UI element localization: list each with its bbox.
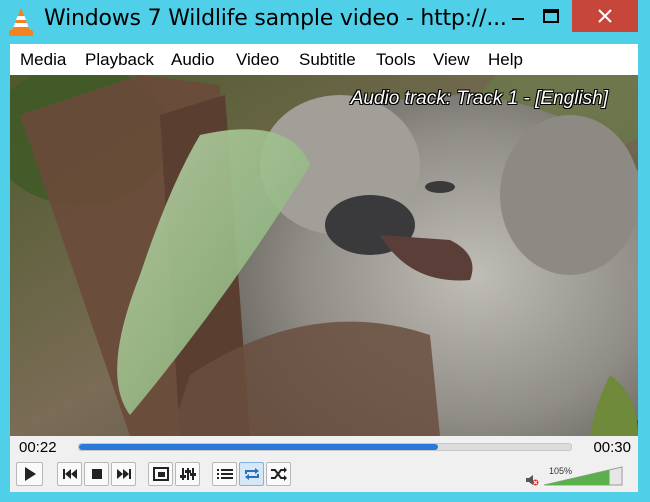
extended-settings-button[interactable] — [175, 462, 200, 486]
title-bar[interactable]: Windows 7 Wildlife sample video - http:/… — [0, 0, 650, 44]
playlist-icon — [216, 469, 233, 479]
control-panel: 00:22 00:30 105% — [10, 436, 638, 492]
menu-audio[interactable]: Audio — [171, 50, 214, 70]
maximize-button[interactable] — [531, 0, 571, 32]
video-area[interactable]: Audio track: Track 1 - [English] — [10, 75, 638, 436]
play-icon — [24, 467, 36, 481]
volume-slider[interactable] — [543, 466, 624, 486]
menu-video[interactable]: Video — [236, 50, 279, 70]
shuffle-button[interactable] — [266, 462, 291, 486]
total-time: 00:30 — [593, 439, 631, 456]
vlc-cone-icon — [8, 7, 34, 37]
window-title: Windows 7 Wildlife sample video - http:/… — [44, 6, 507, 31]
elapsed-time: 00:22 — [19, 439, 57, 456]
menu-view[interactable]: View — [433, 50, 470, 70]
play-button[interactable] — [16, 462, 43, 486]
mute-button[interactable] — [525, 472, 539, 491]
loop-icon — [244, 468, 259, 480]
fullscreen-icon — [152, 467, 169, 481]
next-button[interactable] — [111, 462, 136, 486]
next-icon — [116, 469, 131, 479]
close-button[interactable] — [572, 0, 638, 32]
fullscreen-button[interactable] — [148, 462, 173, 486]
menu-tools[interactable]: Tools — [376, 50, 416, 70]
menu-help[interactable]: Help — [488, 50, 523, 70]
previous-button[interactable] — [57, 462, 82, 486]
minimize-button[interactable] — [505, 0, 531, 32]
mute-icon — [526, 475, 539, 486]
shuffle-icon — [270, 467, 287, 481]
koala-video-frame — [10, 75, 638, 436]
menu-playback[interactable]: Playback — [85, 50, 154, 70]
osd-audio-track: Audio track: Track 1 - [English] — [350, 88, 608, 109]
stop-button[interactable] — [84, 462, 109, 486]
maximize-icon — [543, 9, 559, 23]
stop-icon — [91, 469, 102, 479]
menu-subtitle[interactable]: Subtitle — [299, 50, 356, 70]
seek-bar[interactable] — [78, 443, 572, 451]
seek-progress — [79, 444, 439, 450]
extended-settings-icon — [179, 468, 196, 480]
vlc-window: Windows 7 Wildlife sample video - http:/… — [0, 0, 650, 502]
playlist-button[interactable] — [212, 462, 237, 486]
menu-bar: Media Playback Audio Video Subtitle Tool… — [10, 44, 638, 75]
minimize-icon — [512, 18, 524, 20]
close-icon — [598, 9, 612, 23]
previous-icon — [62, 469, 77, 479]
loop-button[interactable] — [239, 462, 264, 486]
menu-media[interactable]: Media — [20, 50, 66, 70]
